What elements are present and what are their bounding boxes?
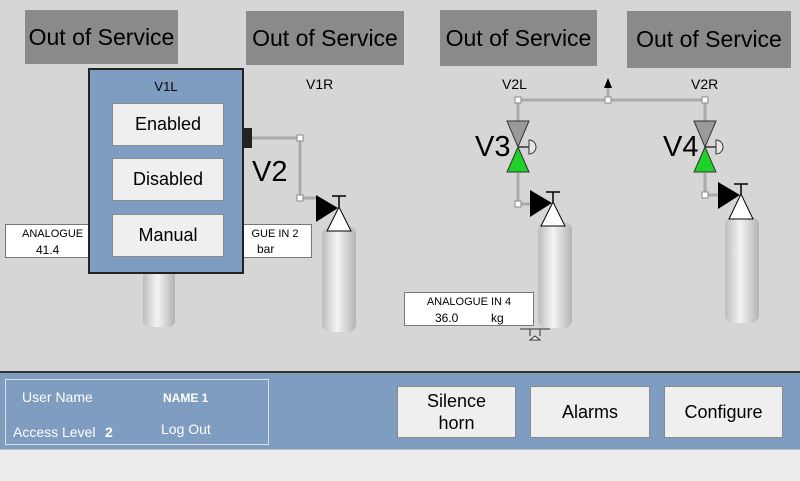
pipe-node-v2-3 <box>604 96 612 104</box>
popup-title: V1L <box>154 79 178 94</box>
silence-line2: horn <box>438 413 475 433</box>
access-level-value: 2 <box>105 424 113 440</box>
enabled-button[interactable]: Enabled <box>112 103 224 146</box>
analogue-2-unit: bar <box>257 242 275 256</box>
valve-name-v4: V4 <box>663 131 699 163</box>
gas-cylinder-v2r <box>725 217 759 323</box>
user-panel: User Name NAME 1 Access Level 2 Log Out <box>5 379 269 445</box>
logout-link[interactable]: Log Out <box>161 421 211 437</box>
pipe-node-v2-1 <box>514 96 522 104</box>
cylinder-valve-v2l <box>530 190 566 227</box>
pipe-node-v1r-2 <box>296 194 304 202</box>
analogue-4-title: ANALOGUE IN 4 <box>426 296 512 308</box>
gas-cylinder-v1l <box>143 270 175 327</box>
pipe-node-v2-4 <box>514 200 522 208</box>
configure-button[interactable]: Configure <box>664 386 783 438</box>
silence-line1: Silence <box>426 391 487 411</box>
cylinder-valve-v2r <box>718 182 754 220</box>
pipe-node-v2-5 <box>701 191 709 199</box>
status-bar <box>0 449 800 481</box>
access-level-label: Access Level <box>13 424 96 440</box>
analogue-display-2: GUE IN 2 bar <box>238 224 312 258</box>
analogue-display-1: ANALOGUE 41.4 <box>5 224 93 258</box>
silence-horn-label: Silence horn <box>427 390 486 434</box>
disabled-button[interactable]: Disabled <box>112 158 224 201</box>
silence-horn-button[interactable]: Silence horn <box>397 386 516 438</box>
gas-cylinder-v1r <box>322 226 356 332</box>
analogue-4-unit: kg <box>491 311 504 325</box>
pipe-node-v2-2 <box>701 96 709 104</box>
bottom-control-bar: User Name NAME 1 Access Level 2 Log Out … <box>0 371 800 449</box>
analogue-2-title: GUE IN 2 <box>251 228 299 240</box>
scale-icon <box>520 328 550 341</box>
valve-name-v2: V2 <box>252 156 288 188</box>
alarms-button[interactable]: Alarms <box>530 386 650 438</box>
valve-name-v3: V3 <box>475 131 511 163</box>
analogue-4-value: 36.0 <box>435 311 459 325</box>
analogue-1-title: ANALOGUE <box>22 228 84 240</box>
gas-cylinder-v2l <box>538 222 572 328</box>
valve-v1l-popup: V1L Enabled Disabled Manual <box>88 68 244 274</box>
analogue-display-4: ANALOGUE IN 4 36.0 kg <box>404 292 534 326</box>
user-name-value: NAME 1 <box>163 391 209 405</box>
user-name-label: User Name <box>22 389 93 405</box>
manual-button[interactable]: Manual <box>112 214 224 257</box>
vent-arrow-icon <box>604 78 612 88</box>
pipe-node-v1r-1 <box>296 134 304 142</box>
analogue-1-value: 41.4 <box>36 243 60 257</box>
valve-v3-icon <box>506 120 537 173</box>
cylinder-valve-v1r <box>316 195 352 232</box>
